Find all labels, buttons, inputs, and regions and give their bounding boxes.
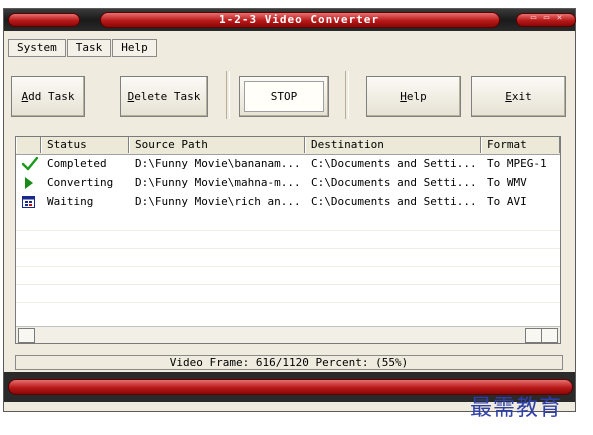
row-destination: C:\Documents and Setti... bbox=[311, 195, 477, 208]
menu-task[interactable]: Task bbox=[66, 39, 112, 57]
horizontal-scrollbar[interactable] bbox=[16, 326, 560, 343]
scroll-left-button[interactable] bbox=[18, 328, 35, 343]
row-format: To AVI bbox=[487, 195, 527, 208]
add-task-label: dd Task bbox=[28, 90, 75, 103]
column-header-format[interactable]: Format bbox=[481, 137, 560, 153]
grid-line bbox=[16, 302, 560, 303]
calendar-icon bbox=[22, 195, 36, 209]
grid-line bbox=[16, 266, 560, 267]
title-bar[interactable]: 1-2-3 Video Converter ▭ ▭ ✕ bbox=[4, 9, 576, 31]
app-window: 1-2-3 Video Converter ▭ ▭ ✕ System Task … bbox=[3, 8, 576, 412]
row-status: Waiting bbox=[47, 195, 94, 208]
column-header-icon[interactable] bbox=[16, 137, 41, 153]
exit-hotkey: E bbox=[505, 90, 512, 103]
grid-line bbox=[16, 284, 560, 285]
restore-icon[interactable]: ▭ bbox=[542, 14, 551, 23]
toolbar-separator bbox=[345, 71, 349, 119]
table-row[interactable]: Completed D:\Funny Movie\bananam... C:\D… bbox=[16, 155, 560, 173]
table-row[interactable]: Waiting D:\Funny Movie\rich an... C:\Doc… bbox=[16, 193, 560, 211]
help-hotkey: H bbox=[400, 90, 407, 103]
grid-line bbox=[16, 248, 560, 249]
exit-button[interactable]: Exit bbox=[471, 76, 566, 117]
row-status: Converting bbox=[47, 176, 114, 189]
table-row[interactable]: Converting D:\Funny Movie\mahna-m... C:\… bbox=[16, 174, 560, 192]
row-format: To WMV bbox=[487, 176, 527, 189]
exit-label: xit bbox=[511, 90, 532, 103]
check-icon bbox=[22, 157, 38, 173]
column-header-status[interactable]: Status bbox=[41, 137, 129, 153]
help-button[interactable]: Help bbox=[366, 76, 461, 117]
minimize-icon[interactable]: ▭ bbox=[529, 14, 538, 23]
row-destination: C:\Documents and Setti... bbox=[311, 176, 477, 189]
add-task-button[interactable]: Add Task bbox=[11, 76, 85, 117]
menu-help[interactable]: Help bbox=[112, 39, 157, 57]
row-source: D:\Funny Movie\mahna-m... bbox=[135, 176, 301, 189]
list-header: Status Source Path Destination Format bbox=[16, 137, 560, 155]
toolbar: Add Task Delete Task STOP Help Exit bbox=[4, 65, 575, 119]
row-source: D:\Funny Movie\rich an... bbox=[135, 195, 301, 208]
column-header-source[interactable]: Source Path bbox=[129, 137, 305, 153]
toolbar-separator bbox=[226, 71, 230, 119]
play-icon bbox=[24, 177, 36, 189]
row-status: Completed bbox=[47, 157, 107, 170]
stop-button[interactable]: STOP bbox=[239, 76, 329, 117]
close-icon[interactable]: ✕ bbox=[555, 14, 564, 23]
row-source: D:\Funny Movie\bananam... bbox=[135, 157, 301, 170]
task-list[interactable]: Status Source Path Destination Format Co… bbox=[15, 136, 561, 344]
row-destination: C:\Documents and Setti... bbox=[311, 157, 477, 170]
delete-task-button[interactable]: Delete Task bbox=[120, 76, 208, 117]
column-header-destination[interactable]: Destination bbox=[305, 137, 481, 153]
window-controls: ▭ ▭ ✕ bbox=[529, 14, 564, 26]
grid-line bbox=[16, 230, 560, 231]
help-label: elp bbox=[406, 90, 427, 103]
status-bar: Video Frame: 616/1120 Percent: (55%) bbox=[15, 355, 563, 370]
row-format: To MPEG-1 bbox=[487, 157, 547, 170]
title-pill-left bbox=[8, 13, 80, 27]
menu-system[interactable]: System bbox=[8, 39, 66, 57]
stop-label: STOP bbox=[270, 90, 298, 103]
watermark-text: 最需教育 bbox=[470, 396, 563, 421]
delete-task-label: elete Task bbox=[134, 90, 201, 103]
menu-bar: System Task Help bbox=[8, 39, 158, 57]
scroll-corner bbox=[541, 328, 558, 343]
scroll-right-button[interactable] bbox=[525, 328, 542, 343]
window-title: 1-2-3 Video Converter bbox=[218, 13, 380, 26]
